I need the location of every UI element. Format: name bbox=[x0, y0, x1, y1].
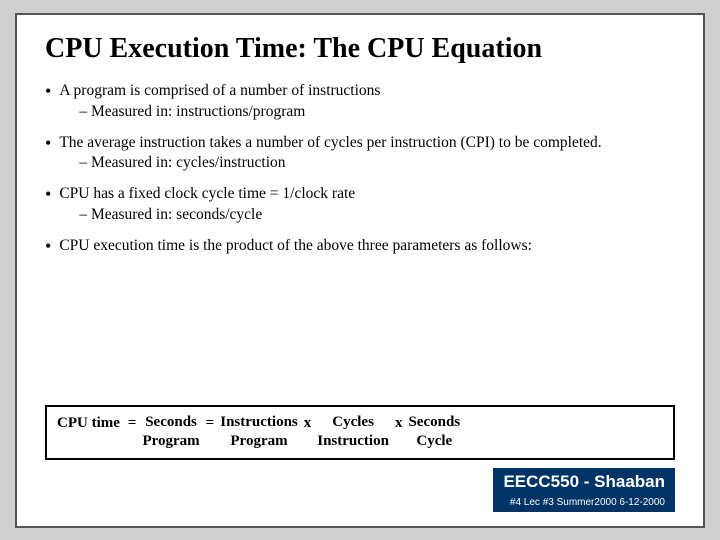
eq-sep-2: x bbox=[304, 413, 312, 432]
equation-box: CPU time = Seconds Program = Instruction… bbox=[45, 405, 675, 460]
bullet-item-2: • The average instruction takes a number… bbox=[45, 133, 675, 175]
footer-block: EECC550 - Shaaban #4 Lec #3 Summer2000 6… bbox=[493, 468, 675, 512]
bullet-content-3: CPU has a fixed clock cycle time = 1/clo… bbox=[59, 184, 355, 226]
eq-term-seconds-program: Seconds Program bbox=[142, 413, 199, 452]
bullet-dot-2: • bbox=[45, 133, 51, 155]
slide: CPU Execution Time: The CPU Equation • A… bbox=[15, 13, 705, 528]
bullet-dot-3: • bbox=[45, 184, 51, 206]
equation-terms: = Seconds Program = Instructions Program… bbox=[128, 413, 460, 452]
footer-badge: EECC550 - Shaaban bbox=[493, 468, 675, 496]
slide-title: CPU Execution Time: The CPU Equation bbox=[45, 33, 675, 65]
bullet-main-1: A program is comprised of a number of in… bbox=[59, 81, 380, 102]
bullet-content-4: CPU execution time is the product of the… bbox=[59, 236, 532, 257]
bullet-sub-1: – Measured in: instructions/program bbox=[79, 102, 380, 123]
bullet-content-2: The average instruction takes a number o… bbox=[59, 133, 601, 175]
bullet-item-3: • CPU has a fixed clock cycle time = 1/c… bbox=[45, 184, 675, 226]
eq-cycles-top: Cycles bbox=[332, 413, 374, 433]
bullet-item-1: • A program is comprised of a number of … bbox=[45, 81, 675, 123]
bullet-main-3: CPU has a fixed clock cycle time = 1/clo… bbox=[59, 184, 355, 205]
eq-term-instructions-program: Instructions Program bbox=[220, 413, 298, 452]
bullet-main-4: CPU execution time is the product of the… bbox=[59, 236, 532, 257]
eq-seconds-cycle-top: Seconds bbox=[408, 413, 460, 433]
bullet-dot-4: • bbox=[45, 236, 51, 258]
eq-sep-3: x bbox=[395, 413, 403, 432]
bullet-dot-1: • bbox=[45, 81, 51, 103]
footer: EECC550 - Shaaban #4 Lec #3 Summer2000 6… bbox=[45, 468, 675, 512]
eq-seconds-bottom: Program bbox=[142, 432, 199, 452]
eq-term-seconds-cycle: Seconds Cycle bbox=[408, 413, 460, 452]
eq-sep-1: = bbox=[206, 413, 215, 432]
eq-term-cycles-instruction: Cycles Instruction bbox=[317, 413, 389, 452]
footer-subtext: #4 Lec #3 Summer2000 6-12-2000 bbox=[493, 495, 675, 512]
eq-seconds-top: Seconds bbox=[145, 413, 197, 433]
bullet-list: • A program is comprised of a number of … bbox=[45, 81, 675, 397]
eq-seconds-cycle-bottom: Cycle bbox=[416, 432, 452, 452]
bullet-sub-2: – Measured in: cycles/instruction bbox=[79, 153, 601, 174]
bullet-content-1: A program is comprised of a number of in… bbox=[59, 81, 380, 123]
bullet-sub-3: – Measured in: seconds/cycle bbox=[79, 205, 355, 226]
eq-equals: = bbox=[128, 413, 137, 432]
equation-label: CPU time bbox=[57, 413, 120, 432]
eq-cycles-bottom: Instruction bbox=[317, 432, 389, 452]
bullet-main-2: The average instruction takes a number o… bbox=[59, 133, 601, 154]
eq-instructions-top: Instructions bbox=[220, 413, 298, 433]
eq-instructions-bottom: Program bbox=[230, 432, 287, 452]
bullet-item-4: • CPU execution time is the product of t… bbox=[45, 236, 675, 258]
